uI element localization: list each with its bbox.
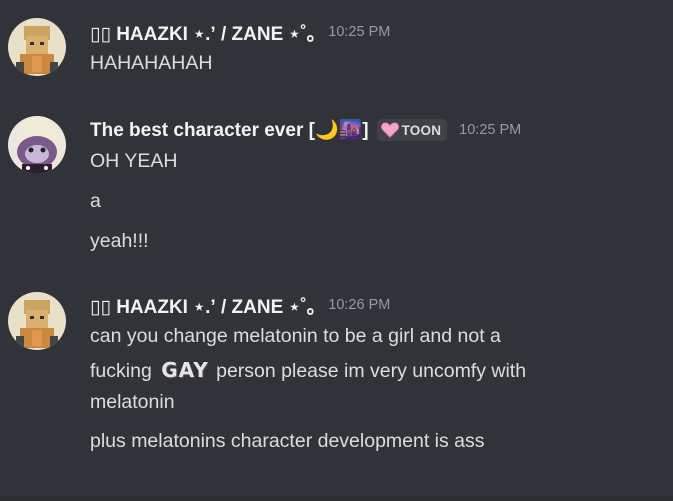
message-text: yeah!!! bbox=[90, 230, 149, 252]
message-header: ▯▯ HAAZKI ⋆.ʼ / ZANE ⋆˚｡ 10:25 PM bbox=[90, 19, 391, 46]
heart-icon bbox=[380, 122, 399, 138]
message-text: fucking GAY person please im very uncomf… bbox=[90, 358, 526, 383]
tag-label: TOON bbox=[401, 122, 442, 138]
avatar[interactable] bbox=[8, 292, 66, 350]
username[interactable]: ▯▯ HAAZKI ⋆.ʼ / ZANE ⋆˚｡ bbox=[90, 292, 316, 319]
text-segment: person please im very uncomfy with bbox=[216, 360, 527, 382]
gay-text-emoji[interactable]: GAY bbox=[161, 358, 208, 382]
bottom-divider bbox=[0, 496, 673, 501]
username[interactable]: The best character ever [🌙🌆] bbox=[90, 118, 369, 142]
text-segment: fucking bbox=[90, 360, 152, 382]
message-text: can you change melatonin to be a girl an… bbox=[90, 325, 501, 347]
username[interactable]: ▯▯ HAAZKI ⋆.ʼ / ZANE ⋆˚｡ bbox=[90, 19, 316, 46]
message-text: plus melatonins character development is… bbox=[90, 430, 485, 452]
user-tag[interactable]: TOON bbox=[376, 119, 448, 141]
timestamp: 10:25 PM bbox=[459, 122, 522, 138]
message-text: OH YEAH bbox=[90, 150, 178, 172]
message-text: melatonin bbox=[90, 391, 175, 413]
message-text: a bbox=[90, 190, 101, 212]
avatar[interactable] bbox=[8, 116, 66, 174]
message-header: The best character ever [🌙🌆] TOON 10:25 … bbox=[90, 118, 521, 142]
message-header: ▯▯ HAAZKI ⋆.ʼ / ZANE ⋆˚｡ 10:26 PM bbox=[90, 292, 391, 319]
message-text: HAHAHAHAH bbox=[90, 52, 213, 74]
timestamp: 10:25 PM bbox=[328, 24, 391, 40]
avatar[interactable] bbox=[8, 18, 66, 76]
timestamp: 10:26 PM bbox=[328, 297, 391, 313]
